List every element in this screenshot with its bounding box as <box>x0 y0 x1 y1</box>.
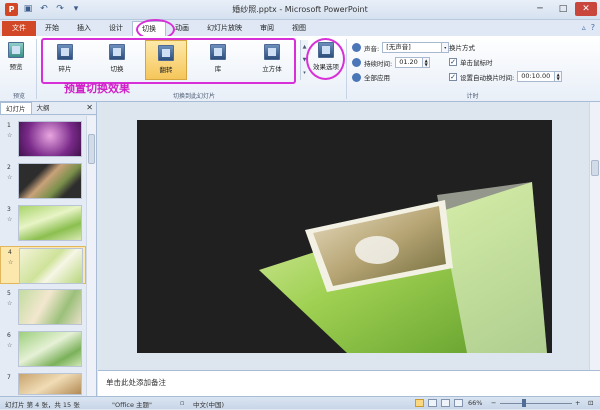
transition-star-icon: ☆ <box>7 216 13 223</box>
timing-group-label: 计时 <box>466 93 479 100</box>
pane-tabs: 幻灯片 大纲 <box>0 102 97 115</box>
title-bar: P ▣ ↶ ↷ ▾ 婚纱照.pptx - Microsoft PowerPoin… <box>0 0 600 20</box>
transition-star-icon: ☆ <box>7 300 13 307</box>
slides-pane-scrollbar[interactable] <box>86 116 96 396</box>
slide-sorter-view-button[interactable] <box>428 399 437 407</box>
current-slide[interactable] <box>137 120 552 353</box>
slide-counter: 幻灯片 第 4 张，共 15 张 <box>5 401 80 409</box>
help-icon[interactable]: ? <box>591 23 595 32</box>
notes-pane[interactable]: 单击此处添加备注 <box>98 370 600 396</box>
redo-icon[interactable]: ↷ <box>54 3 66 15</box>
slide-thumbnail[interactable]: 1 ☆ <box>0 120 86 158</box>
slide-image <box>18 163 82 199</box>
close-pane-icon[interactable]: ✕ <box>86 103 93 112</box>
reading-view-button[interactable] <box>441 399 450 407</box>
on-click-checkbox[interactable]: ✓ 单击鼠标时 <box>449 57 493 67</box>
tab-view[interactable]: 视图 <box>283 21 315 36</box>
minimize-ribbon-icon[interactable]: ▵ <box>582 23 586 32</box>
ribbon-tab-bar: 文件 开始 插入 设计 切换 动画 幻灯片放映 审阅 视图 ▵ ? <box>0 20 600 36</box>
zoom-out-icon[interactable]: − <box>491 399 496 407</box>
slide-image <box>18 121 82 157</box>
duration-row: 持续时间: 01.20 ▲ ▼ <box>352 57 431 68</box>
tab-design[interactable]: 设计 <box>100 21 132 36</box>
duration-icon <box>352 58 361 67</box>
status-bar: 幻灯片 第 4 张，共 15 张 "Office 主题" ▫ 中文(中国) 66… <box>0 396 600 409</box>
tab-slide-show[interactable]: 幻灯片放映 <box>198 21 251 36</box>
theme-name: "Office 主题" <box>112 401 153 409</box>
slide-artwork <box>259 182 547 353</box>
slides-pane: 幻灯片 大纲 ✕ 1 ☆ 2 ☆ 3 ☆ 4 ☆ 5 ☆ 6 ☆ 7 <box>0 102 97 396</box>
zoom-level[interactable]: 66% <box>468 399 482 407</box>
preview-button[interactable]: 预览 <box>8 42 24 71</box>
scroll-thumb[interactable] <box>591 160 599 176</box>
maximize-icon[interactable]: □ <box>552 2 574 16</box>
preview-group-label: 预览 <box>12 93 25 100</box>
preview-icon <box>8 42 24 58</box>
duration-input[interactable]: 01.20 <box>395 57 424 68</box>
tab-file[interactable]: 文件 <box>2 21 36 36</box>
apply-all-icon <box>352 72 361 82</box>
zoom-slider-knob[interactable] <box>522 399 526 407</box>
scroll-thumb[interactable] <box>88 134 95 164</box>
after-time-stepper[interactable]: ▲ ▼ <box>555 71 563 82</box>
customize-icon[interactable]: ▾ <box>70 3 82 15</box>
notes-placeholder[interactable]: 单击此处添加备注 <box>106 377 166 388</box>
quick-access-toolbar: ▣ ↶ ↷ ▾ <box>22 3 82 15</box>
powerpoint-logo-icon: P <box>5 3 18 16</box>
slide-editor <box>98 102 600 370</box>
after-time-input[interactable]: 00:10.00 <box>517 71 556 82</box>
tab-slides[interactable]: 幻灯片 <box>0 102 32 114</box>
editor-scrollbar[interactable] <box>589 102 600 370</box>
on-click-check-icon[interactable]: ✓ <box>449 58 457 66</box>
transition-star-icon: ☆ <box>7 174 13 181</box>
divider <box>346 39 347 99</box>
preset-highlight-box <box>41 38 296 84</box>
divider <box>36 39 37 99</box>
slide-image <box>18 205 82 241</box>
transition-star-icon: ☆ <box>8 259 14 266</box>
gallery-more-icon[interactable]: ▾ <box>303 70 306 76</box>
window-title: 婚纱照.pptx - Microsoft PowerPoint <box>232 5 368 14</box>
slide-image <box>19 248 83 284</box>
duration-stepper[interactable]: ▲ ▼ <box>423 57 431 68</box>
sound-row: 声音: [无声音] ▾ <box>352 42 450 53</box>
undo-icon[interactable]: ↶ <box>38 3 50 15</box>
normal-view-button[interactable] <box>415 399 424 407</box>
window-controls: ─ □ ✕ <box>529 2 597 16</box>
slide-image <box>18 373 82 395</box>
tab-home[interactable]: 开始 <box>36 21 68 36</box>
advance-slide-heading: 换片方式 <box>449 44 475 52</box>
slide-thumbnail[interactable]: 5 ☆ <box>0 288 86 326</box>
slide-image <box>18 289 82 325</box>
slide-thumbnail-current[interactable]: 4 ☆ <box>0 246 86 284</box>
slide-thumbnail[interactable]: 6 ☆ <box>0 330 86 368</box>
gallery-up-icon[interactable]: ▲ <box>303 44 307 50</box>
tab-outline[interactable]: 大纲 <box>32 102 55 114</box>
fit-to-window-icon[interactable]: ⊡ <box>588 399 593 407</box>
preset-annotation: 预置切换效果 <box>64 82 130 95</box>
save-icon[interactable]: ▣ <box>22 3 34 15</box>
thumbnail-list: 1 ☆ 2 ☆ 3 ☆ 4 ☆ 5 ☆ 6 ☆ 7 <box>0 116 86 396</box>
apply-all-button[interactable]: 全部应用 <box>352 72 390 82</box>
slide-thumbnail[interactable]: 3 ☆ <box>0 204 86 242</box>
zoom-slider[interactable] <box>500 403 572 404</box>
language-label: 中文(中国) <box>193 401 225 409</box>
spell-check-icon[interactable]: ▫ <box>180 399 184 407</box>
minimize-icon[interactable]: ─ <box>529 2 551 16</box>
tab-insert[interactable]: 插入 <box>68 21 100 36</box>
slide-image <box>18 331 82 367</box>
effect-options-highlight-circle <box>306 38 345 80</box>
slide-thumbnail[interactable]: 2 ☆ <box>0 162 86 200</box>
slide-show-view-button[interactable] <box>454 399 463 407</box>
after-checkbox[interactable]: ✓ 设置自动换片时间: 00:10.00 ▲ ▼ <box>449 71 563 82</box>
zoom-in-icon[interactable]: + <box>575 399 580 407</box>
wedding-dress <box>355 236 399 264</box>
sound-select[interactable]: [无声音] <box>382 42 443 53</box>
tab-review[interactable]: 审阅 <box>251 21 283 36</box>
after-check-icon[interactable]: ✓ <box>449 72 457 81</box>
close-icon[interactable]: ✕ <box>575 2 597 16</box>
transition-star-icon: ☆ <box>7 342 13 349</box>
transition-star-icon: ☆ <box>7 132 13 139</box>
sound-icon <box>352 43 361 52</box>
